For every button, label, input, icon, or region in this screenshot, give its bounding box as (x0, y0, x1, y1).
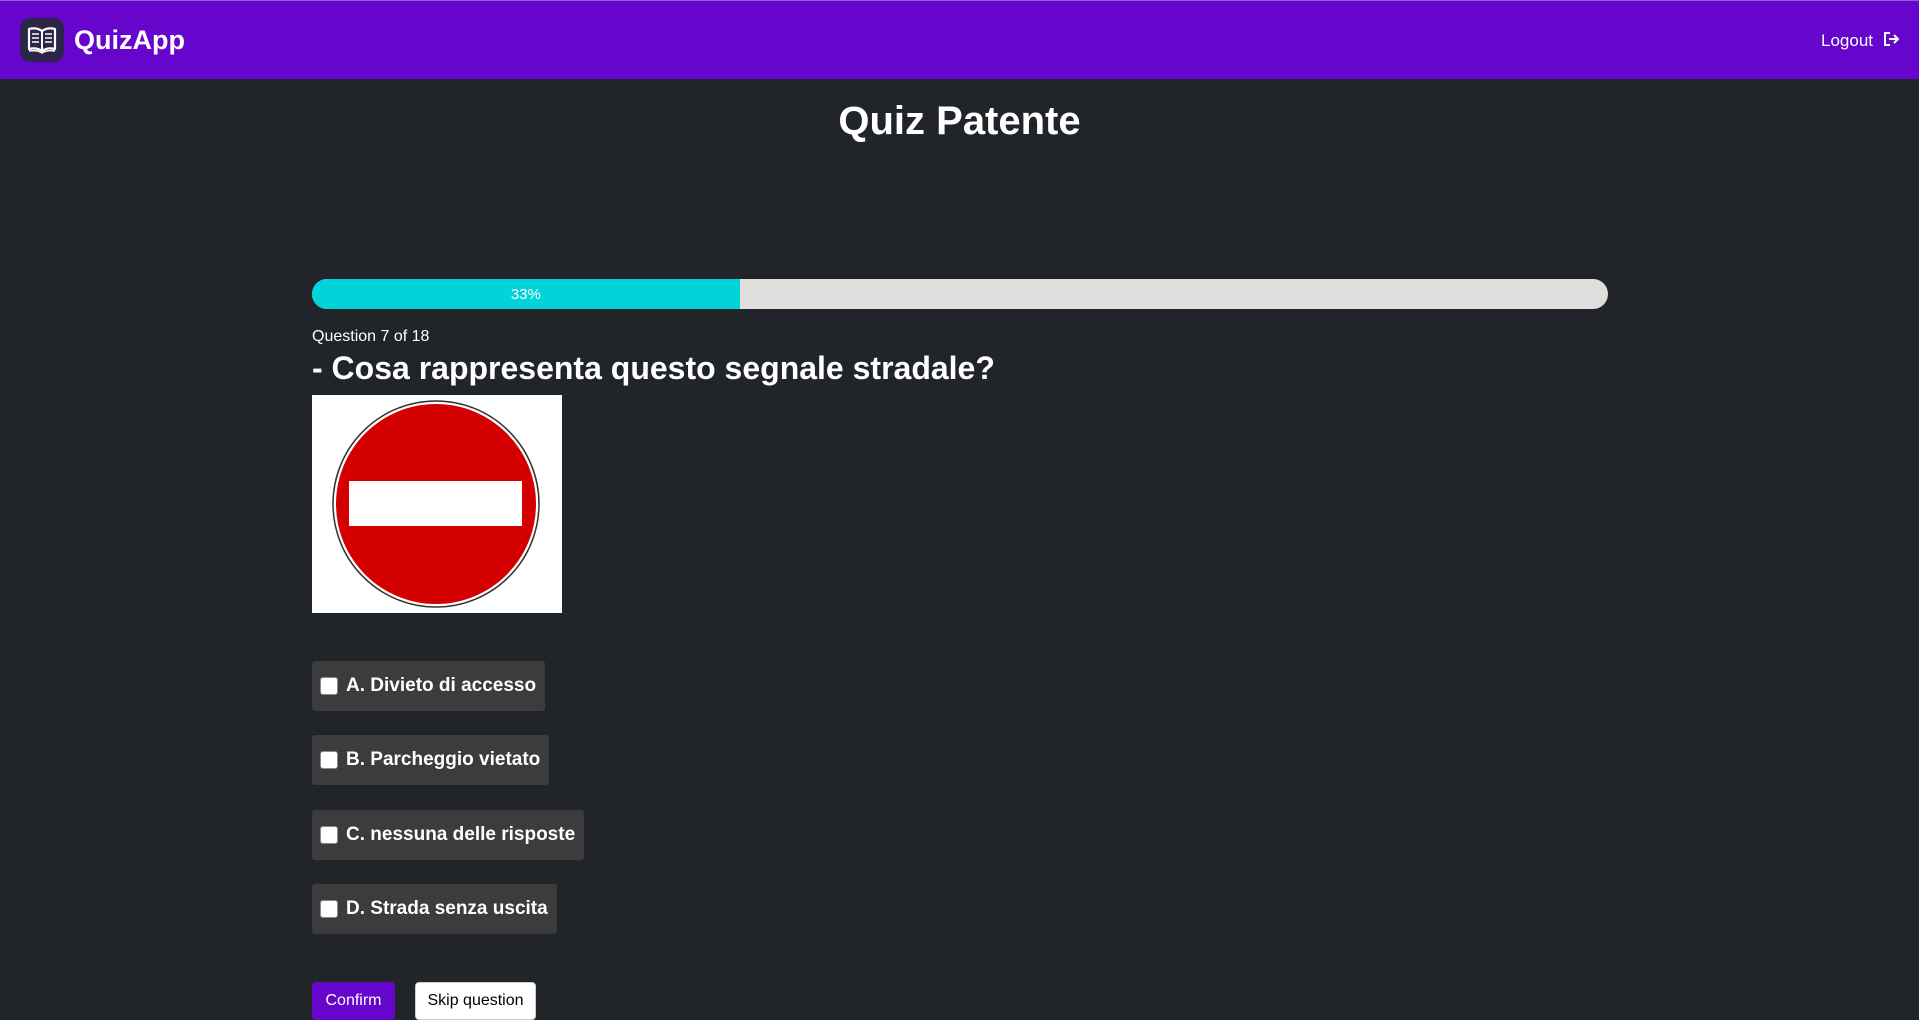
page-title: Quiz Patente (838, 99, 1081, 143)
question-counter: Question 7 of 18 (312, 328, 430, 345)
open-book-icon (20, 18, 64, 62)
progress-bar: 33% (312, 279, 1608, 309)
option-c[interactable]: C. nessuna delle risposte (312, 810, 585, 860)
option-c-checkbox[interactable] (320, 826, 338, 844)
option-a-label: A. Divieto di accesso (346, 675, 537, 696)
skip-question-button[interactable]: Skip question (415, 982, 536, 1020)
option-c-label: C. nessuna delle risposte (346, 824, 576, 845)
sign-out-icon (1883, 31, 1901, 52)
brand[interactable]: QuizApp (20, 18, 185, 62)
progress-fill: 33% (312, 279, 740, 309)
option-d[interactable]: D. Strada senza uscita (312, 884, 557, 934)
confirm-button[interactable]: Confirm (312, 982, 395, 1020)
option-b-checkbox[interactable] (320, 751, 338, 769)
option-b-label: B. Parcheggio vietato (346, 749, 541, 770)
logout-link[interactable]: Logout (1821, 31, 1901, 52)
option-a[interactable]: A. Divieto di accesso (312, 661, 546, 711)
no-entry-sign-image (312, 395, 562, 613)
option-a-checkbox[interactable] (320, 677, 338, 695)
option-d-label: D. Strada senza uscita (346, 898, 548, 919)
navbar: QuizApp Logout (0, 0, 1919, 79)
logout-label: Logout (1821, 31, 1873, 50)
question-text: - Cosa rappresenta questo segnale strada… (312, 350, 995, 386)
option-b[interactable]: B. Parcheggio vietato (312, 735, 550, 785)
progress-label: 33% (510, 285, 541, 303)
option-d-checkbox[interactable] (320, 900, 338, 918)
brand-name: QuizApp (74, 24, 185, 55)
